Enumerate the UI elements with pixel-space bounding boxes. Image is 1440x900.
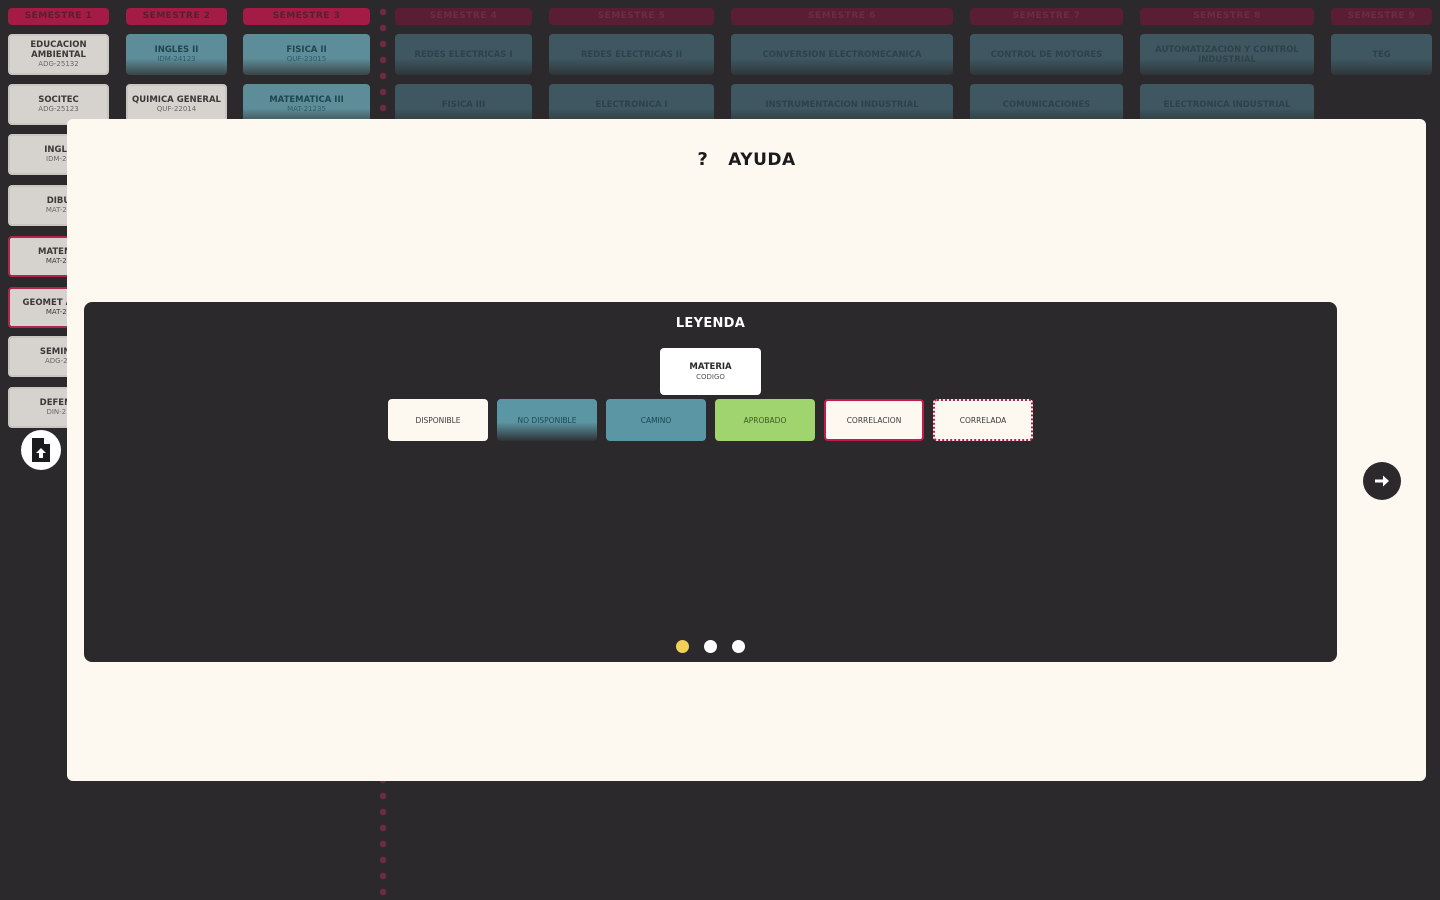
sample-course-code: CODIGO <box>696 373 725 381</box>
legend-chip-no-disponible: NO DISPONIBLE <box>497 399 597 441</box>
semester-header[interactable]: SEMESTRE 1 <box>8 8 109 25</box>
course-card[interactable]: CONTROL DE MOTORES <box>970 34 1123 75</box>
course-name: MATEMATICA III <box>269 95 344 105</box>
pagination-dot-3[interactable] <box>732 640 745 653</box>
question-icon: ? <box>697 149 709 170</box>
course-card[interactable]: TEG <box>1331 34 1432 75</box>
semester-column: SEMESTRE 5 REDES ELECTRICAS II ELECTRONICA… <box>549 8 714 125</box>
semester-column: SEMESTRE 2 INGLES II IDM-24123 QUIMICA GENE… <box>126 8 227 125</box>
course-card-sample: MATERIA CODIGO <box>660 348 761 395</box>
semester-header[interactable]: SEMESTRE 6 <box>731 8 953 25</box>
course-name: FISICA II <box>286 45 327 55</box>
course-name: REDES ELECTRICAS II <box>580 49 683 60</box>
legend-chip-correlada: CORRELADA <box>933 399 1033 441</box>
upload-file-button[interactable] <box>21 430 61 470</box>
carousel-pagination <box>84 640 1337 653</box>
course-name: FISICA III <box>441 99 486 110</box>
course-code: MAT-21235 <box>287 105 326 113</box>
arrow-right-icon <box>1375 475 1389 487</box>
legend-chip-camino: CAMINO <box>606 399 706 441</box>
course-name: INSTRUMENTACION INDUSTRIAL <box>765 99 919 110</box>
legend-chips: DISPONIBLE NO DISPONIBLE CAMINO APROBADO… <box>388 399 1033 441</box>
pagination-dot-1[interactable] <box>676 640 689 653</box>
course-name: ELECTRONICA I <box>595 99 668 110</box>
semester-column: SEMESTRE 9 TEG <box>1331 8 1432 75</box>
course-card[interactable]: REDES ELECTRICAS I <box>395 34 532 75</box>
course-name: QUIMICA GENERAL <box>132 95 221 105</box>
course-card[interactable]: REDES ELECTRICAS II <box>549 34 714 75</box>
course-name: CONTROL DE MOTORES <box>990 49 1103 60</box>
legend-chip-correlacion: CORRELACION <box>824 399 924 441</box>
semester-header[interactable]: SEMESTRE 3 <box>243 8 370 25</box>
legend-chip-aprobado: APROBADO <box>715 399 815 441</box>
course-name: CONVERSION ELECTROMECANICA <box>762 49 922 60</box>
course-code: QUF-22014 <box>156 105 197 113</box>
semester-header[interactable]: SEMESTRE 5 <box>549 8 714 25</box>
course-name: INGLES II <box>154 45 199 55</box>
semester-column: SEMESTRE 6 CONVERSION ELECTROMECANICA INST… <box>731 8 953 125</box>
course-code: IDM-24123 <box>157 55 196 63</box>
course-card[interactable]: CONVERSION ELECTROMECANICA <box>731 34 953 75</box>
semester-column: SEMESTRE 1 EDUCACION AMBIENTAL ADG-25132 SO… <box>8 8 109 428</box>
semester-header[interactable]: SEMESTRE 4 <box>395 8 532 25</box>
course-card[interactable]: INGLES II IDM-24123 <box>126 34 227 75</box>
course-name: AUTOMATIZACION Y CONTROL INDUSTRIAL <box>1155 44 1299 65</box>
course-code: ADG-25132 <box>38 60 79 68</box>
semester-column: SEMESTRE 3 FISICA II QUF-23015 MATEMATICA I… <box>243 8 370 125</box>
semester-header[interactable]: SEMESTRE 7 <box>970 8 1123 25</box>
semester-header[interactable]: SEMESTRE 9 <box>1331 8 1432 25</box>
legend-panel: LEYENDA MATERIA CODIGO DISPONIBLE NO DIS… <box>84 302 1337 662</box>
semester-header[interactable]: SEMESTRE 8 <box>1140 8 1314 25</box>
legend-title: LEYENDA <box>675 316 746 331</box>
help-modal: ? AYUDA LEYENDA MATERIA CODIGO DISPONIBLE… <box>67 119 1426 781</box>
course-code: QUF-23015 <box>286 55 327 63</box>
course-code: ADG-25123 <box>38 105 79 113</box>
course-card[interactable]: EDUCACION AMBIENTAL ADG-25132 <box>8 34 109 75</box>
course-name: REDES ELECTRICAS I <box>414 49 513 60</box>
pagination-dot-2[interactable] <box>704 640 717 653</box>
semester-header[interactable]: SEMESTRE 2 <box>126 8 227 25</box>
modal-title-text: AYUDA <box>728 150 796 170</box>
course-name: COMUNICACIONES <box>1002 99 1091 110</box>
course-name: EDUCACION AMBIENTAL <box>30 40 87 60</box>
course-name: ELECTRONICA INDUSTRIAL <box>1163 99 1291 110</box>
sample-course-name: MATERIA <box>689 362 732 372</box>
semester-column: SEMESTRE 7 CONTROL DE MOTORES COMUNICACION… <box>970 8 1123 125</box>
course-card[interactable]: AUTOMATIZACION Y CONTROL INDUSTRIAL <box>1140 34 1314 75</box>
course-name: SOCITEC <box>38 95 79 105</box>
legend-chip-disponible: DISPONIBLE <box>388 399 488 441</box>
course-card[interactable]: FISICA II QUF-23015 <box>243 34 370 75</box>
next-slide-button[interactable] <box>1363 462 1401 500</box>
file-upload-icon <box>32 438 50 462</box>
modal-title: ? AYUDA <box>67 149 1426 170</box>
semester-column: SEMESTRE 4 REDES ELECTRICAS I FISICA III <box>395 8 532 125</box>
semester-column: SEMESTRE 8 AUTOMATIZACION Y CONTROL INDUS… <box>1140 8 1314 125</box>
course-name: TEG <box>1372 49 1391 60</box>
